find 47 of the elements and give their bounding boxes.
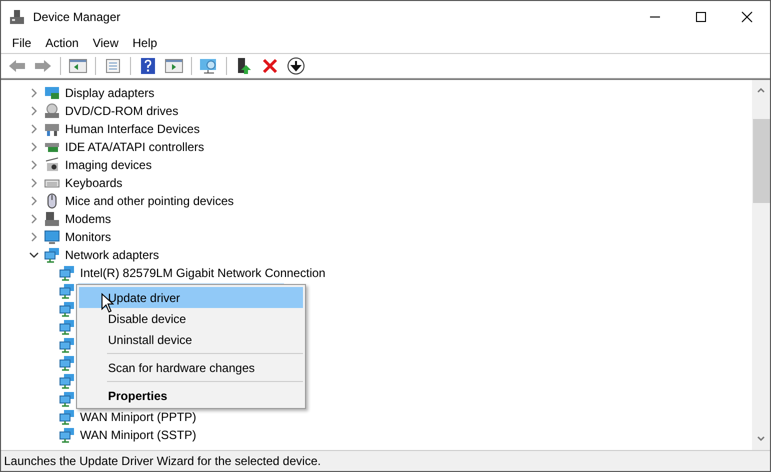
context-menu-item[interactable]: Disable device	[79, 308, 303, 329]
display-adapter-icon	[44, 85, 60, 101]
context-menu-item[interactable]: Uninstall device	[79, 329, 303, 350]
tree-item[interactable]: Keyboards	[63, 175, 124, 191]
modem-icon	[44, 211, 60, 227]
network-adapter-icon	[59, 319, 75, 335]
network-adapter-icon	[59, 427, 75, 443]
network-adapter-icon	[44, 247, 60, 263]
vertical-scrollbar[interactable]	[752, 80, 770, 450]
device-manager-icon	[9, 8, 25, 24]
context-menu-item[interactable]: Update driver	[79, 287, 303, 308]
network-adapter-icon	[59, 265, 75, 281]
context-menu-item[interactable]: Scan for hardware changes	[79, 357, 303, 378]
menu-item[interactable]: File	[5, 32, 38, 54]
network-adapter-icon	[59, 409, 75, 425]
menu-item[interactable]: View	[86, 32, 126, 54]
tree-item[interactable]: Imaging devices	[63, 157, 154, 173]
tree-item[interactable]: Network adapters	[63, 247, 162, 263]
tree-item[interactable]: WAN Miniport (PPTP)	[78, 409, 198, 425]
network-adapter-icon	[59, 337, 75, 353]
network-adapter-icon	[59, 355, 75, 371]
tree-item[interactable]: IDE ATA/ATAPI controllers	[63, 139, 206, 155]
network-adapter-icon	[59, 391, 75, 407]
network-adapter-icon	[59, 301, 75, 317]
close-icon	[741, 10, 753, 22]
maximize-icon	[695, 10, 707, 22]
tree-item[interactable]: Display adapters	[63, 85, 156, 101]
tree-item[interactable]: DVD/CD-ROM drives	[63, 103, 180, 119]
network-adapter-icon	[59, 373, 75, 389]
forward-arrow-icon	[34, 59, 52, 73]
menu-item[interactable]: Help	[126, 32, 164, 54]
back-arrow-icon	[8, 59, 26, 73]
window-title: Device Manager	[33, 8, 120, 26]
scrollbar-thumb[interactable]	[752, 119, 770, 203]
disc-drive-icon	[44, 103, 60, 119]
network-adapter-icon	[59, 283, 75, 299]
tree-item[interactable]: Mice and other pointing devices	[63, 193, 236, 209]
tree-item[interactable]: Human Interface Devices	[63, 121, 202, 137]
tree-item[interactable]: Modems	[63, 211, 114, 227]
tree-item[interactable]: WAN Miniport (SSTP)	[78, 427, 198, 443]
monitor-icon	[44, 229, 60, 245]
tree-item[interactable]: Monitors	[63, 229, 114, 245]
context-menu-item[interactable]: Properties	[79, 385, 303, 406]
tree-item[interactable]: Intel(R) 82579LM Gigabit Network Connection	[78, 265, 328, 281]
menu-item[interactable]: Action	[38, 32, 86, 54]
camera-icon	[44, 157, 60, 173]
status-text: Launches the Update Driver Wizard for the selected device.	[4, 453, 321, 470]
